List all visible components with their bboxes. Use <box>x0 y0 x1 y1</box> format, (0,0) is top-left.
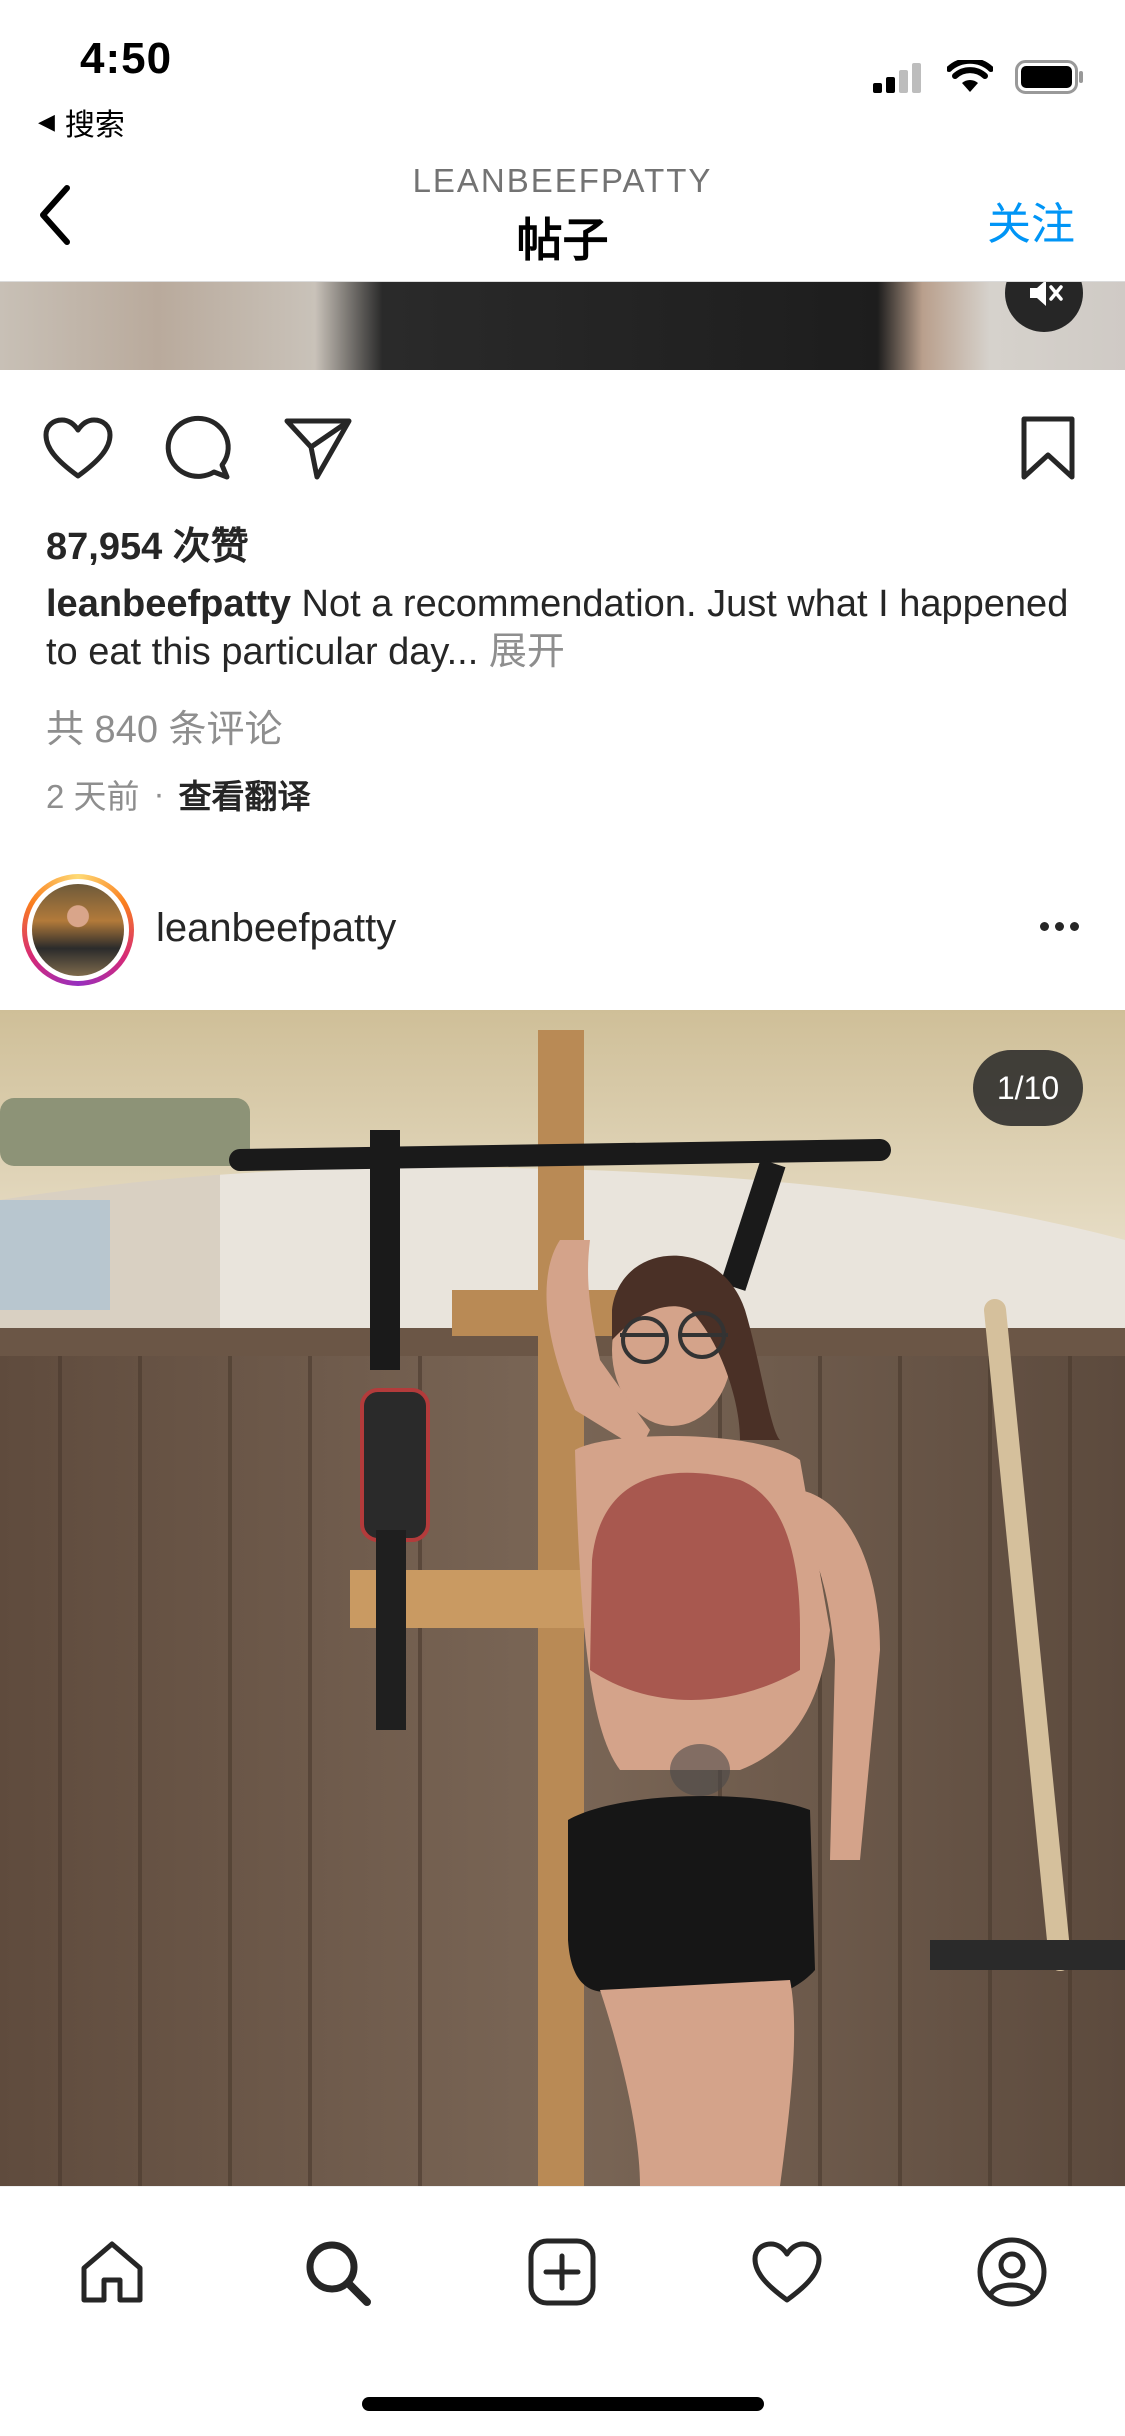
comment-bubble-icon <box>165 415 231 480</box>
avatar[interactable] <box>22 874 134 986</box>
photo-scene <box>0 1010 1125 2186</box>
post-username[interactable]: leanbeefpatty <box>156 906 396 951</box>
like-button[interactable] <box>40 410 116 486</box>
wifi-icon <box>947 60 993 92</box>
back-triangle-icon: ◀ <box>38 109 55 134</box>
view-comments-link[interactable]: 共 840 条评论 <box>46 698 283 753</box>
likes-count[interactable]: 87,954 次赞 <box>46 515 249 570</box>
tab-home[interactable] <box>67 2227 157 2317</box>
heart-icon <box>43 417 113 479</box>
post-time: 2 天前 <box>46 778 140 815</box>
post-meta: 2 天前 · 查看翻译 <box>46 770 311 818</box>
more-options-button[interactable] <box>1029 906 1089 946</box>
avatar-image <box>32 884 124 976</box>
page-title: 帖子 <box>516 214 609 266</box>
follow-button[interactable]: 关注 <box>987 188 1075 252</box>
profile-icon <box>977 2237 1047 2307</box>
next-post-header: leanbeefpatty <box>0 868 1125 988</box>
previous-post-media[interactable] <box>0 282 1125 370</box>
mute-button[interactable] <box>1005 282 1083 332</box>
bookmark-icon <box>1021 416 1075 480</box>
media-counter: 1/10 <box>973 1050 1083 1126</box>
battery-icon <box>1015 60 1083 94</box>
tab-activity[interactable] <box>742 2227 832 2317</box>
nav-username: LEANBEEFPATTY <box>412 162 713 199</box>
see-translation-link[interactable]: 查看翻译 <box>179 770 311 818</box>
status-time: 4:50 <box>80 34 173 83</box>
speaker-muted-icon <box>1030 282 1063 306</box>
more-dots-icon <box>1039 921 1049 931</box>
plus-square-icon <box>528 2238 596 2306</box>
share-button[interactable] <box>280 410 356 486</box>
avatar-inner <box>27 879 129 981</box>
tab-search[interactable] <box>292 2227 382 2317</box>
nav-header: LEANBEEFPATTY 帖子 关注 <box>0 150 1125 282</box>
status-bar: 4:50 ◀ 搜索 <box>0 0 1125 150</box>
home-icon <box>81 2241 143 2303</box>
comment-button[interactable] <box>160 410 236 486</box>
post-actions <box>0 400 1125 490</box>
caption-more-link[interactable]: 展开 <box>489 631 565 673</box>
status-icons <box>873 60 1085 94</box>
post-caption: leanbeefpatty Not a recommendation. Just… <box>46 580 1086 676</box>
back-to-app-link[interactable]: ◀ 搜索 <box>38 100 125 144</box>
paper-plane-icon <box>284 418 352 480</box>
nav-titles: LEANBEEFPATTY 帖子 <box>0 162 1125 270</box>
tab-create[interactable] <box>517 2227 607 2317</box>
post-photo[interactable]: 1/10 <box>0 1010 1125 2186</box>
heart-icon <box>752 2241 822 2303</box>
search-icon <box>306 2241 371 2306</box>
back-to-app-label: 搜索 <box>64 109 125 142</box>
meta-separator: · <box>153 775 165 812</box>
home-indicator[interactable] <box>362 2397 764 2411</box>
cellular-signal-icon <box>873 63 921 93</box>
tab-bar <box>0 2186 1125 2436</box>
caption-username[interactable]: leanbeefpatty <box>46 583 291 625</box>
tab-profile[interactable] <box>967 2227 1057 2317</box>
save-button[interactable] <box>1010 410 1086 486</box>
